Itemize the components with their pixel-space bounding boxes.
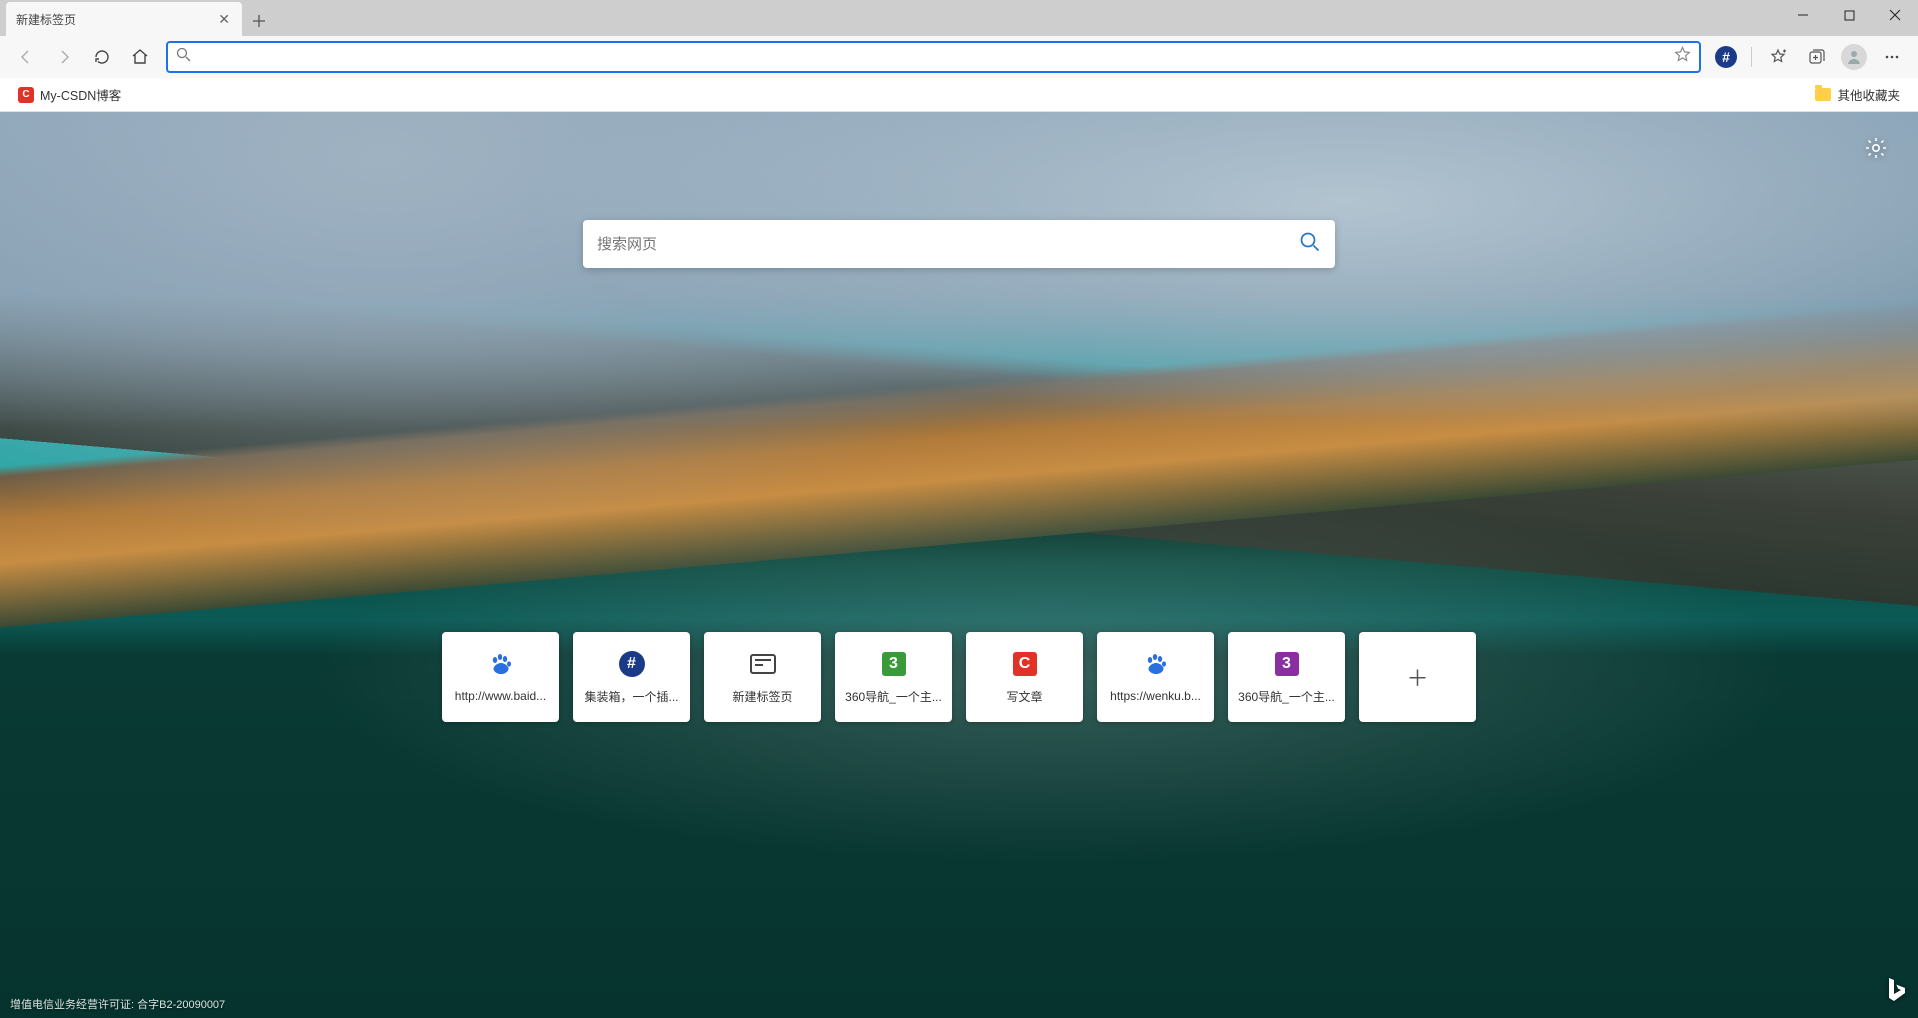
csdn-icon: C: [1011, 650, 1039, 678]
new-tab-page: http://www.baid... # 集装箱，一个插... 新建标签页 3 …: [0, 112, 1918, 1018]
favorite-star-button[interactable]: [1674, 46, 1691, 68]
refresh-icon: [93, 48, 111, 66]
tile-newtab[interactable]: 新建标签页: [704, 632, 821, 722]
tile-label: https://wenku.b...: [1110, 689, 1201, 703]
toolbar: #: [0, 36, 1918, 78]
tile-label: 360导航_一个主...: [1238, 688, 1335, 705]
tile-write-article[interactable]: C 写文章: [966, 632, 1083, 722]
csdn-favicon-icon: C: [18, 87, 34, 103]
bookmark-my-csdn[interactable]: C My-CSDN博客: [12, 81, 127, 108]
close-tab-button[interactable]: ✕: [216, 9, 232, 30]
baidu-paw-icon: [1142, 651, 1170, 679]
tile-label: 360导航_一个主...: [845, 688, 942, 705]
minimize-icon: [1797, 9, 1809, 21]
tile-360nav-1[interactable]: 3 360导航_一个主...: [835, 632, 952, 722]
address-bar[interactable]: [166, 41, 1701, 73]
favorites-star-plus-icon: [1769, 48, 1787, 66]
gear-icon: [1864, 136, 1888, 160]
page-settings-button[interactable]: [1864, 136, 1888, 165]
bookmark-label: My-CSDN博客: [40, 85, 121, 104]
window-icon: [749, 650, 777, 678]
tile-wenku[interactable]: https://wenku.b...: [1097, 632, 1214, 722]
other-bookmarks-label: 其他收藏夹: [1837, 85, 1900, 104]
add-tile-button[interactable]: ＋: [1359, 632, 1476, 722]
minimize-button[interactable]: [1780, 0, 1826, 30]
back-button[interactable]: [8, 39, 44, 75]
other-bookmarks-folder[interactable]: 其他收藏夹: [1809, 81, 1906, 108]
plus-icon: ＋: [1406, 661, 1428, 693]
tile-jizhuangxiang[interactable]: # 集装箱，一个插...: [573, 632, 690, 722]
tile-label: http://www.baid...: [455, 689, 546, 703]
bing-logo-icon[interactable]: [1886, 977, 1906, 1008]
baidu-paw-icon: [487, 651, 515, 679]
ellipsis-icon: [1884, 49, 1900, 65]
quick-links: http://www.baid... # 集装箱，一个插... 新建标签页 3 …: [442, 632, 1476, 722]
separator: [1751, 47, 1752, 67]
hash-icon: #: [1722, 49, 1730, 65]
tile-baidu[interactable]: http://www.baid...: [442, 632, 559, 722]
avatar-icon: [1841, 44, 1867, 70]
ntp-search-input[interactable]: [597, 236, 1299, 253]
forward-arrow-icon: [55, 48, 73, 66]
window-controls: [1780, 0, 1918, 30]
favorites-button[interactable]: [1760, 39, 1796, 75]
ntp-search-box[interactable]: [583, 220, 1335, 268]
green-3-icon: 3: [880, 650, 908, 678]
home-icon: [131, 48, 149, 66]
collections-button[interactable]: [1798, 39, 1834, 75]
close-window-button[interactable]: [1872, 0, 1918, 30]
tab-title: 新建标签页: [16, 11, 216, 28]
close-icon: [1889, 9, 1901, 21]
forward-button[interactable]: [46, 39, 82, 75]
star-icon: [1674, 46, 1691, 63]
hash-circle-icon: #: [618, 650, 646, 678]
refresh-button[interactable]: [84, 39, 120, 75]
extension-hash-button[interactable]: #: [1715, 46, 1737, 68]
back-arrow-icon: [17, 48, 35, 66]
license-text: 增值电信业务经营许可证: 合字B2-20090007: [10, 996, 225, 1012]
tile-label: 新建标签页: [732, 688, 792, 705]
home-button[interactable]: [122, 39, 158, 75]
magnifier-icon: [1299, 231, 1321, 253]
ntp-search-button[interactable]: [1299, 231, 1321, 258]
new-tab-button[interactable]: [244, 6, 274, 36]
tile-label: 集装箱，一个插...: [584, 688, 678, 705]
tab-strip: 新建标签页 ✕: [0, 0, 1918, 36]
tile-label: 写文章: [1006, 688, 1042, 705]
address-input[interactable]: [199, 49, 1674, 65]
profile-button[interactable]: [1836, 39, 1872, 75]
menu-button[interactable]: [1874, 39, 1910, 75]
maximize-icon: [1844, 10, 1855, 21]
tile-360nav-2[interactable]: 3 360导航_一个主...: [1228, 632, 1345, 722]
plus-icon: [252, 14, 266, 28]
folder-icon: [1815, 88, 1831, 101]
collections-icon: [1807, 48, 1825, 66]
maximize-button[interactable]: [1826, 0, 1872, 30]
purple-3-icon: 3: [1273, 650, 1301, 678]
bookmarks-bar: C My-CSDN博客 其他收藏夹: [0, 78, 1918, 112]
tab-new-tab[interactable]: 新建标签页 ✕: [6, 2, 242, 36]
search-icon: [176, 47, 191, 67]
